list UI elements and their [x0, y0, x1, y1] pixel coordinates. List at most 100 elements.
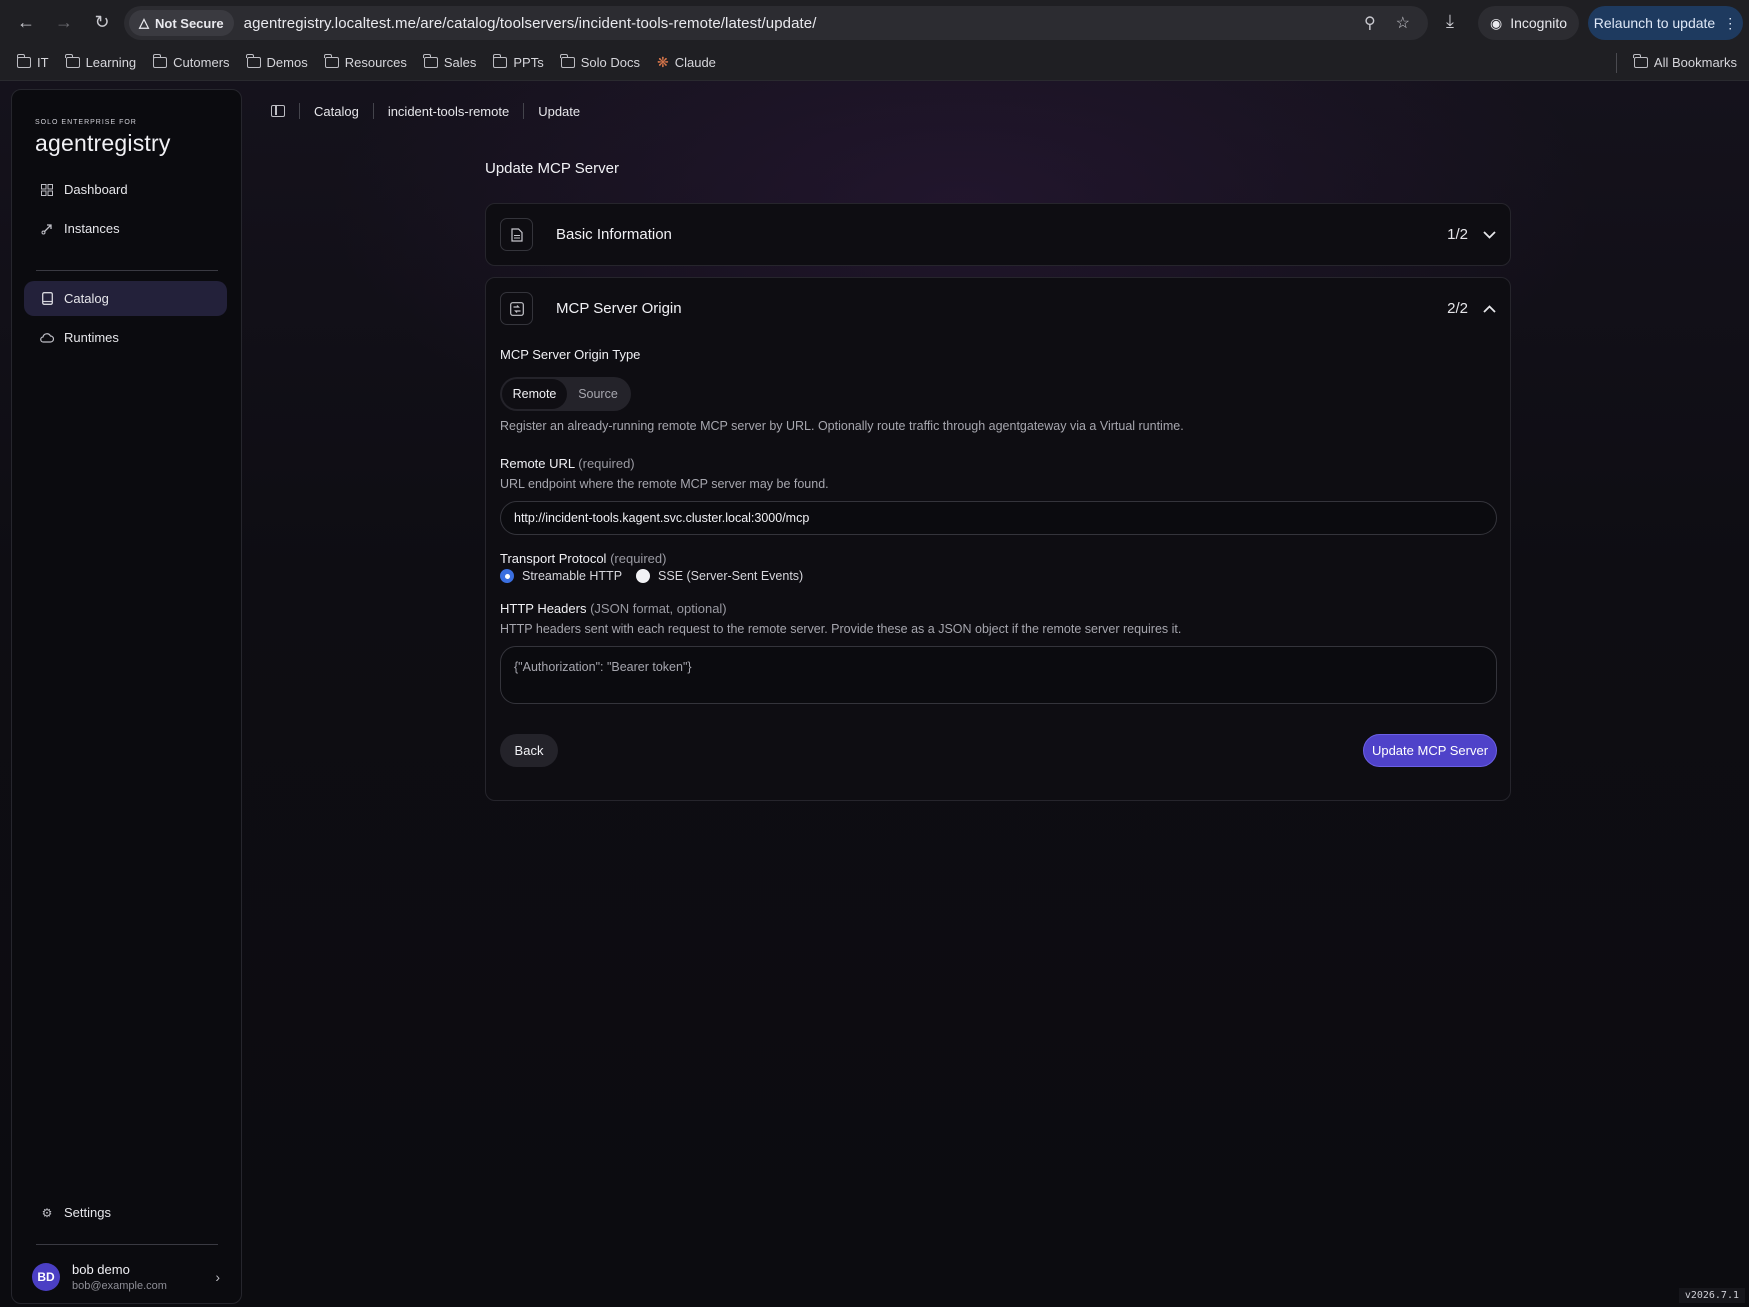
bookmark-item[interactable]: Cutomers — [152, 54, 230, 70]
breadcrumb-separator — [372, 103, 374, 119]
book-icon — [40, 292, 54, 306]
breadcrumb-catalog[interactable]: Catalog — [314, 104, 359, 119]
origin-icon — [500, 292, 533, 325]
sidebar-item-label: Dashboard — [64, 182, 128, 197]
chevron-right-icon: › — [215, 1269, 220, 1285]
bookmark-item[interactable]: Solo Docs — [560, 54, 640, 70]
folder-icon — [246, 54, 261, 68]
bookmark-item[interactable]: Learning — [65, 54, 136, 70]
bookmark-item[interactable]: IT — [16, 54, 49, 70]
bookmark-item[interactable]: Resources — [324, 54, 407, 70]
breadcrumb: Catalog incident-tools-remote Update — [271, 101, 580, 121]
sidebar-toggle-icon[interactable] — [271, 105, 285, 117]
chevron-up-icon — [1482, 302, 1496, 316]
remote-url-input[interactable]: http://incident-tools.kagent.svc.cluster… — [500, 501, 1497, 535]
security-chip[interactable]: △ Not Secure — [129, 10, 234, 36]
sidebar-item-label: Catalog — [64, 291, 109, 306]
reload-icon[interactable]: ↻ — [88, 9, 116, 37]
document-icon — [500, 218, 533, 251]
sidebar: SOLO ENTERPRISE FOR agentregistry Dashbo… — [11, 89, 242, 1304]
origin-description: Register an already-running remote MCP s… — [500, 419, 1184, 433]
radio-label[interactable]: SSE (Server-Sent Events) — [658, 569, 803, 583]
transport-radio-group: Streamable HTTP SSE (Server-Sent Events) — [500, 569, 817, 583]
all-bookmarks[interactable]: All Bookmarks — [1633, 54, 1737, 70]
page-title: Update MCP Server — [485, 160, 619, 177]
folder-icon — [152, 54, 168, 68]
chevron-down-icon — [1482, 228, 1496, 242]
forward-arrow-icon[interactable]: → — [50, 9, 78, 37]
section-basic-information: Basic Information 1/2 — [485, 203, 1511, 266]
folder-icon — [560, 54, 575, 68]
url-text[interactable]: agentregistry.localtest.me/are/catalog/t… — [244, 15, 817, 32]
warning-triangle-icon: △ — [139, 15, 149, 30]
headers-textarea[interactable]: {"Authorization": "Bearer token"} — [500, 646, 1497, 704]
radio-streamable-http[interactable] — [500, 569, 514, 583]
incognito-icon: ◉ — [1490, 14, 1503, 31]
radio-sse[interactable] — [636, 569, 651, 583]
folder-icon — [65, 54, 80, 68]
radio-label[interactable]: Streamable HTTP — [522, 569, 622, 583]
relaunch-label: Relaunch to update — [1593, 15, 1716, 31]
relaunch-button[interactable]: Relaunch to update ⋮ — [1588, 6, 1743, 40]
claude-logo-icon: ❋ — [656, 54, 669, 70]
sidebar-item-label: Runtimes — [64, 330, 119, 345]
version-badge: v2026.7.1 — [1678, 1288, 1745, 1303]
bookmark-item[interactable]: ❋ Claude — [657, 54, 716, 71]
section-title: Basic Information — [556, 226, 672, 243]
app-area: SOLO ENTERPRISE FOR agentregistry Dashbo… — [0, 81, 1749, 1307]
origin-option-remote[interactable]: Remote — [502, 379, 567, 409]
sidebar-item-instances[interactable]: Instances — [24, 211, 227, 246]
folder-icon — [423, 54, 438, 68]
remote-url-label: Remote URL (required) — [500, 456, 635, 471]
user-name: bob demo — [72, 1262, 130, 1277]
folder-icon — [492, 54, 508, 68]
remote-url-description: URL endpoint where the remote MCP server… — [500, 477, 829, 491]
star-icon[interactable]: ☆ — [1396, 13, 1410, 33]
bookmark-item[interactable]: PPTs — [492, 54, 544, 70]
headers-description: HTTP headers sent with each request to t… — [500, 622, 1182, 636]
bookmark-item[interactable]: Demos — [246, 54, 308, 70]
back-button[interactable]: Back — [500, 734, 558, 767]
origin-option-source[interactable]: Source — [567, 379, 629, 409]
sidebar-divider — [36, 270, 218, 271]
section-header[interactable]: Basic Information 1/2 — [486, 204, 1510, 265]
brand-logo: agentregistry — [35, 130, 171, 156]
sidebar-item-label: Settings — [64, 1205, 111, 1220]
download-icon[interactable]: ⤓ — [1446, 11, 1454, 32]
back-arrow-icon[interactable]: ← — [12, 9, 40, 37]
sidebar-item-dashboard[interactable]: Dashboard — [24, 172, 227, 207]
grid-icon — [40, 183, 54, 197]
folder-icon — [1633, 54, 1648, 68]
incognito-label: Incognito — [1510, 15, 1568, 31]
incognito-chip[interactable]: ◉ Incognito — [1478, 6, 1580, 40]
breadcrumb-separator — [299, 103, 300, 119]
sidebar-item-catalog[interactable]: Catalog — [24, 281, 227, 316]
kebab-menu-icon: ⋮ — [1723, 14, 1738, 31]
section-step: 1/2 — [1447, 226, 1468, 243]
user-menu[interactable]: BD bob demo bob@example.com › — [32, 1255, 232, 1299]
sidebar-item-runtimes[interactable]: Runtimes — [24, 320, 227, 355]
breadcrumb-server[interactable]: incident-tools-remote — [388, 104, 509, 119]
browser-toolbar: ← → ↻ △ Not Secure agentregistry.localte… — [0, 0, 1749, 45]
gear-icon: ⚙ — [41, 1205, 53, 1220]
section-mcp-server-origin: MCP Server Origin 2/2 MCP Server Origin … — [485, 277, 1511, 801]
update-mcp-server-button[interactable]: Update MCP Server — [1363, 734, 1497, 767]
bookmark-item[interactable]: Sales — [423, 54, 476, 70]
sidebar-divider — [36, 1244, 218, 1245]
bookmarks-bar: IT Learning Cutomers Demos Resources Sal… — [0, 45, 1749, 81]
bookmarks-divider — [1616, 53, 1617, 73]
user-email: bob@example.com — [72, 1280, 167, 1292]
avatar: BD — [32, 1263, 60, 1291]
zoom-icon[interactable]: ⚲ — [1364, 13, 1376, 33]
address-bar[interactable]: △ Not Secure agentregistry.localtest.me/… — [124, 6, 1428, 40]
section-step: 2/2 — [1447, 300, 1468, 317]
folder-icon — [16, 54, 31, 68]
sidebar-item-label: Instances — [64, 221, 120, 236]
origin-type-label: MCP Server Origin Type — [500, 347, 641, 362]
breadcrumb-separator — [523, 103, 525, 119]
rocket-icon — [40, 222, 54, 236]
folder-icon — [324, 54, 339, 68]
sidebar-item-settings[interactable]: ⚙ Settings — [24, 1195, 227, 1230]
section-header[interactable]: MCP Server Origin 2/2 — [486, 278, 1510, 339]
security-label: Not Secure — [155, 15, 224, 31]
